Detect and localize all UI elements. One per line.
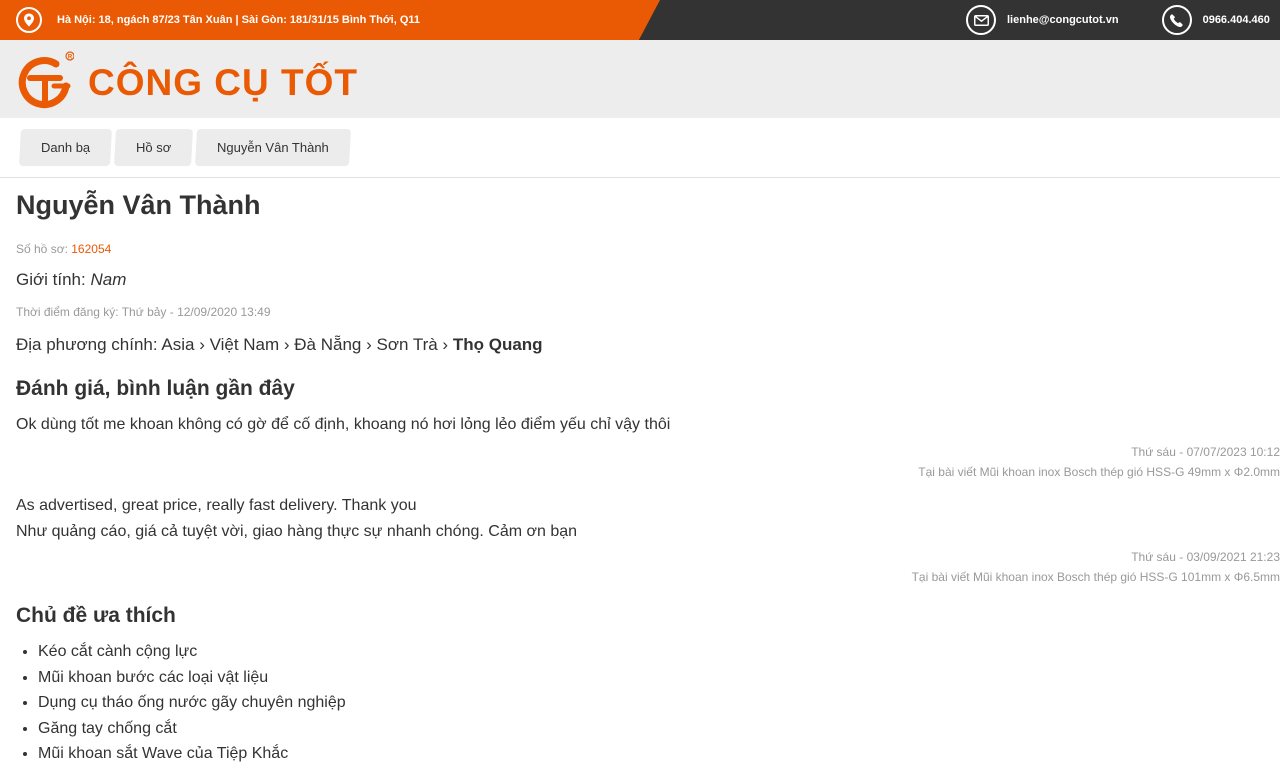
site-header: R CÔNG CỤ TỐT [0, 40, 1280, 118]
breadcrumb-current[interactable]: Nguyễn Vân Thành [195, 129, 352, 166]
review-meta: Thứ sáu - 03/09/2021 21:23 Tại bài viết … [16, 547, 1280, 587]
review-text: Như quảng cáo, giá cả tuyệt vời, giao hà… [16, 523, 578, 540]
svg-text:R: R [68, 54, 73, 60]
registration-time: Thời điểm đăng ký: Thứ bảy - 12/09/2020 … [16, 305, 271, 319]
profile-number: Số hồ sơ: 162054 [16, 242, 112, 256]
review-text: Ok dùng tốt me khoan không có gờ để cố đ… [16, 416, 671, 433]
favorites-heading: Chủ đề ưa thích [16, 604, 176, 627]
review-item: Ok dùng tốt me khoan không có gờ để cố đ… [16, 412, 1280, 438]
list-item[interactable]: Mũi khoan bước các loại vật liệu [38, 665, 1280, 691]
breadcrumb: Danh bạ Hồ sơ Nguyễn Vân Thành [19, 129, 354, 166]
envelope-icon [966, 5, 996, 35]
breadcrumb-profile[interactable]: Hồ sơ [114, 129, 194, 166]
list-item[interactable]: Dụng cụ tháo ống nước gãy chuyên nghiệp [38, 690, 1280, 716]
profile-content: Nguyễn Vân Thành Số hồ sơ: 162054 Giới t… [16, 178, 1280, 767]
reviews-heading: Đánh giá, bình luận gần đây [16, 377, 295, 400]
list-item[interactable]: Găng tay chống cắt [38, 716, 1280, 742]
email-link[interactable]: lienhe@congcutot.vn [1007, 14, 1119, 26]
top-contact-bar: Hà Nội: 18, ngách 87/23 Tân Xuân | Sài G… [0, 0, 1280, 40]
locale-current: Thọ Quang [452, 335, 543, 354]
review-meta: Thứ sáu - 07/07/2023 10:12 Tại bài viết … [16, 442, 1280, 482]
favorites-list: Kéo cắt cành cộng lực Mũi khoan bước các… [16, 639, 1280, 767]
logo-text: CÔNG CỤ TỐT [88, 62, 358, 103]
address-info: Hà Nội: 18, ngách 87/23 Tân Xuân | Sài G… [16, 7, 420, 33]
gender-value: Nam [90, 270, 127, 289]
site-logo[interactable]: R CÔNG CỤ TỐT [16, 50, 358, 114]
phone-contact[interactable]: 0966.404.460 [1161, 5, 1270, 35]
address-text: Hà Nội: 18, ngách 87/23 Tân Xuân | Sài G… [57, 14, 421, 26]
profile-number-value: 162054 [71, 242, 112, 256]
page-title: Nguyễn Vân Thành [16, 190, 261, 220]
location-pin-icon [16, 7, 42, 33]
list-item[interactable]: Mũi khoan sắt Wave của Tiệp Khắc [38, 741, 1280, 767]
review-date: Thứ sáu - 03/09/2021 21:23 [1131, 550, 1280, 564]
review-date: Thứ sáu - 07/07/2023 10:12 [1131, 445, 1280, 459]
review-post-link[interactable]: Tại bài viết Mũi khoan inox Bosch thép g… [16, 462, 1280, 482]
breadcrumb-bar: Danh bạ Hồ sơ Nguyễn Vân Thành [0, 118, 1280, 178]
phone-icon [1161, 5, 1192, 35]
list-item[interactable]: Kéo cắt cành cộng lực [38, 639, 1280, 665]
phone-number[interactable]: 0966.404.460 [1203, 14, 1270, 26]
breadcrumb-directory[interactable]: Danh bạ [19, 129, 113, 166]
gender: Giới tính: Nam [16, 270, 127, 289]
review-post-link[interactable]: Tại bài viết Mũi khoan inox Bosch thép g… [16, 567, 1280, 587]
logo-mark: R [16, 50, 75, 114]
review-item: As advertised, great price, really fast … [16, 493, 1280, 545]
main-locale: Địa phương chính: Asia › Việt Nam › Đà N… [16, 335, 543, 354]
email-contact[interactable]: lienhe@congcutot.vn [966, 5, 1119, 35]
review-text: As advertised, great price, really fast … [16, 497, 417, 514]
